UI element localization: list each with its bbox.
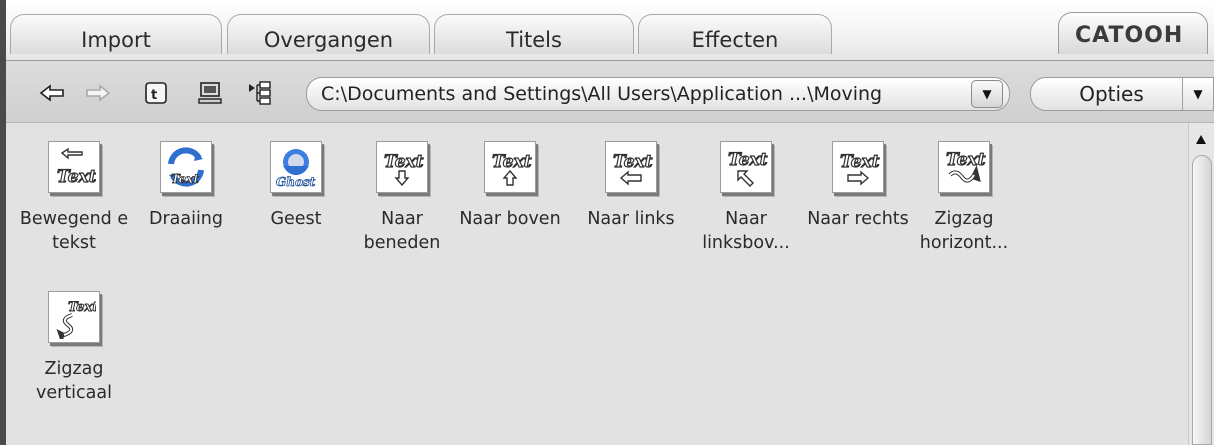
svg-text:CATOOH: CATOOH (1075, 23, 1183, 46)
forward-arrow-icon[interactable] (84, 79, 112, 107)
text-left-icon: Text (605, 141, 657, 193)
folder-tree-icon[interactable] (246, 79, 274, 107)
item-label: Zigzag horizont... (919, 209, 1009, 253)
list-item[interactable]: Text Naar boven (458, 141, 562, 231)
list-item[interactable]: Text Naar beneden (350, 141, 454, 255)
svg-text:t: t (151, 88, 157, 103)
effects-grid: Text Bewegend e tekst Text Draaiing Ghos… (6, 123, 1188, 445)
list-item[interactable]: Text Naar rechts (806, 141, 910, 231)
svg-text:Text: Text (613, 152, 653, 172)
item-label: Naar rechts (807, 209, 909, 229)
catooh-logo: CATOOH (1058, 12, 1208, 54)
up-folder-icon[interactable]: t (142, 79, 170, 107)
zigzag-horizontal-icon: Text (938, 141, 990, 193)
text-up-icon: Text (484, 141, 536, 193)
path-combobox[interactable]: C:\Documents and Settings\All Users\Appl… (306, 77, 1010, 111)
item-label: Draaiing (148, 209, 224, 229)
back-arrow-icon[interactable] (38, 79, 66, 107)
item-label: Naar boven (459, 209, 561, 229)
zigzag-vertical-icon: Text (48, 291, 100, 343)
ghost-text-icon: Ghost (270, 141, 322, 193)
tab-effecten[interactable]: Effecten (638, 14, 832, 54)
tab-import[interactable]: Import (10, 14, 222, 54)
path-text: C:\Documents and Settings\All Users\Appl… (321, 83, 883, 105)
svg-text:Ghost: Ghost (276, 175, 316, 189)
path-dropdown-button[interactable]: ▼ (971, 80, 1003, 108)
item-label: Naar links (587, 209, 675, 229)
computer-icon[interactable] (196, 79, 224, 107)
svg-text:Text: Text (384, 152, 424, 172)
svg-text:Text: Text (492, 152, 532, 172)
svg-text:Text: Text (840, 152, 880, 172)
list-item[interactable]: Text Bewegend e tekst (20, 141, 128, 255)
list-item[interactable]: Text Naar links (579, 141, 683, 231)
svg-text:Text: Text (57, 167, 96, 187)
tab-overgangen[interactable]: Overgangen (227, 14, 430, 54)
chevron-down-icon[interactable]: ▼ (1182, 78, 1213, 110)
scroll-up-icon[interactable] (1196, 135, 1206, 144)
item-label: Zigzag verticaal (36, 359, 112, 403)
item-label: Bewegend e tekst (19, 209, 129, 253)
options-label: Opties (1079, 82, 1144, 106)
text-upleft-icon: Text (720, 141, 772, 193)
vertical-scrollbar[interactable] (1188, 123, 1214, 445)
tab-titels[interactable]: Titels (434, 14, 634, 54)
item-label: Naar linksbov... (702, 209, 790, 253)
list-item[interactable]: Text Zigzag verticaal (22, 291, 126, 405)
text-right-icon: Text (832, 141, 884, 193)
app-window: Import Overgangen Titels Effecten CATOOH… (0, 0, 1214, 445)
item-label: Geest (270, 209, 322, 229)
list-item[interactable]: Text Draaiing (134, 141, 238, 231)
svg-text:Text: Text (728, 150, 768, 170)
svg-text:Text: Text (68, 300, 96, 315)
moving-text-icon: Text (48, 141, 100, 193)
rotate-text-icon: Text (160, 141, 212, 193)
catooh-logo-mark: CATOOH (1075, 23, 1183, 46)
item-label: Naar beneden (363, 209, 441, 253)
options-dropdown[interactable]: Opties ▼ (1030, 77, 1214, 111)
svg-text:Text: Text (171, 172, 199, 186)
svg-text:Text: Text (946, 150, 986, 170)
list-item[interactable]: Ghost Geest (244, 141, 348, 231)
toolbar: t C:\Documents and Settings\All Users\Ap… (6, 60, 1214, 123)
scroll-thumb[interactable] (1192, 155, 1212, 445)
list-item[interactable]: Text Zigzag horizont... (912, 141, 1016, 255)
list-item[interactable]: Text Naar linksbov... (694, 141, 798, 255)
text-down-icon: Text (376, 141, 428, 193)
tab-bar: Import Overgangen Titels Effecten CATOOH (6, 0, 1214, 60)
